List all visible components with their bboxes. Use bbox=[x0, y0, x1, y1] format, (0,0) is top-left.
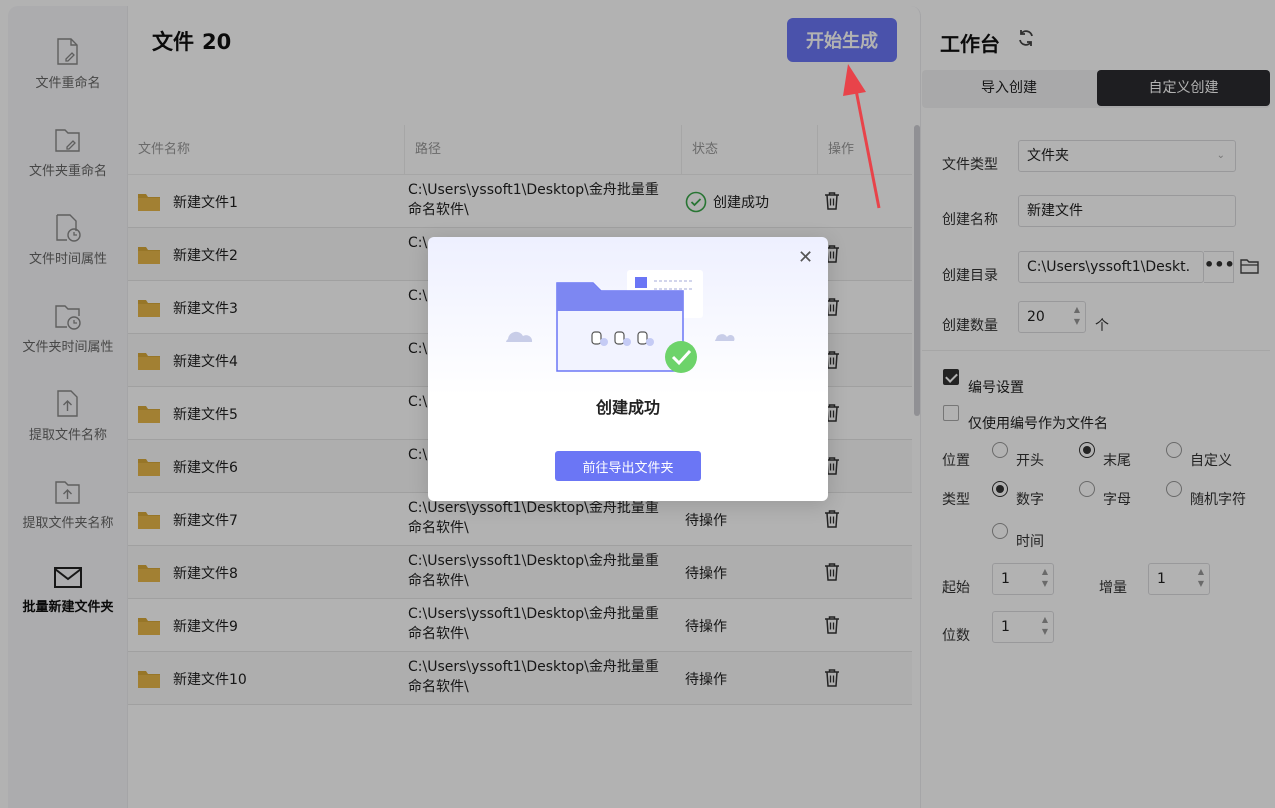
folder-success-illustration-icon bbox=[506, 270, 735, 373]
success-dialog: ✕ 创建成功 前往导出文件夹 bbox=[428, 237, 828, 501]
dialog-message: 创建成功 bbox=[595, 398, 660, 417]
close-icon[interactable]: ✕ bbox=[798, 249, 813, 267]
open-export-folder-button[interactable]: 前往导出文件夹 bbox=[555, 451, 701, 481]
